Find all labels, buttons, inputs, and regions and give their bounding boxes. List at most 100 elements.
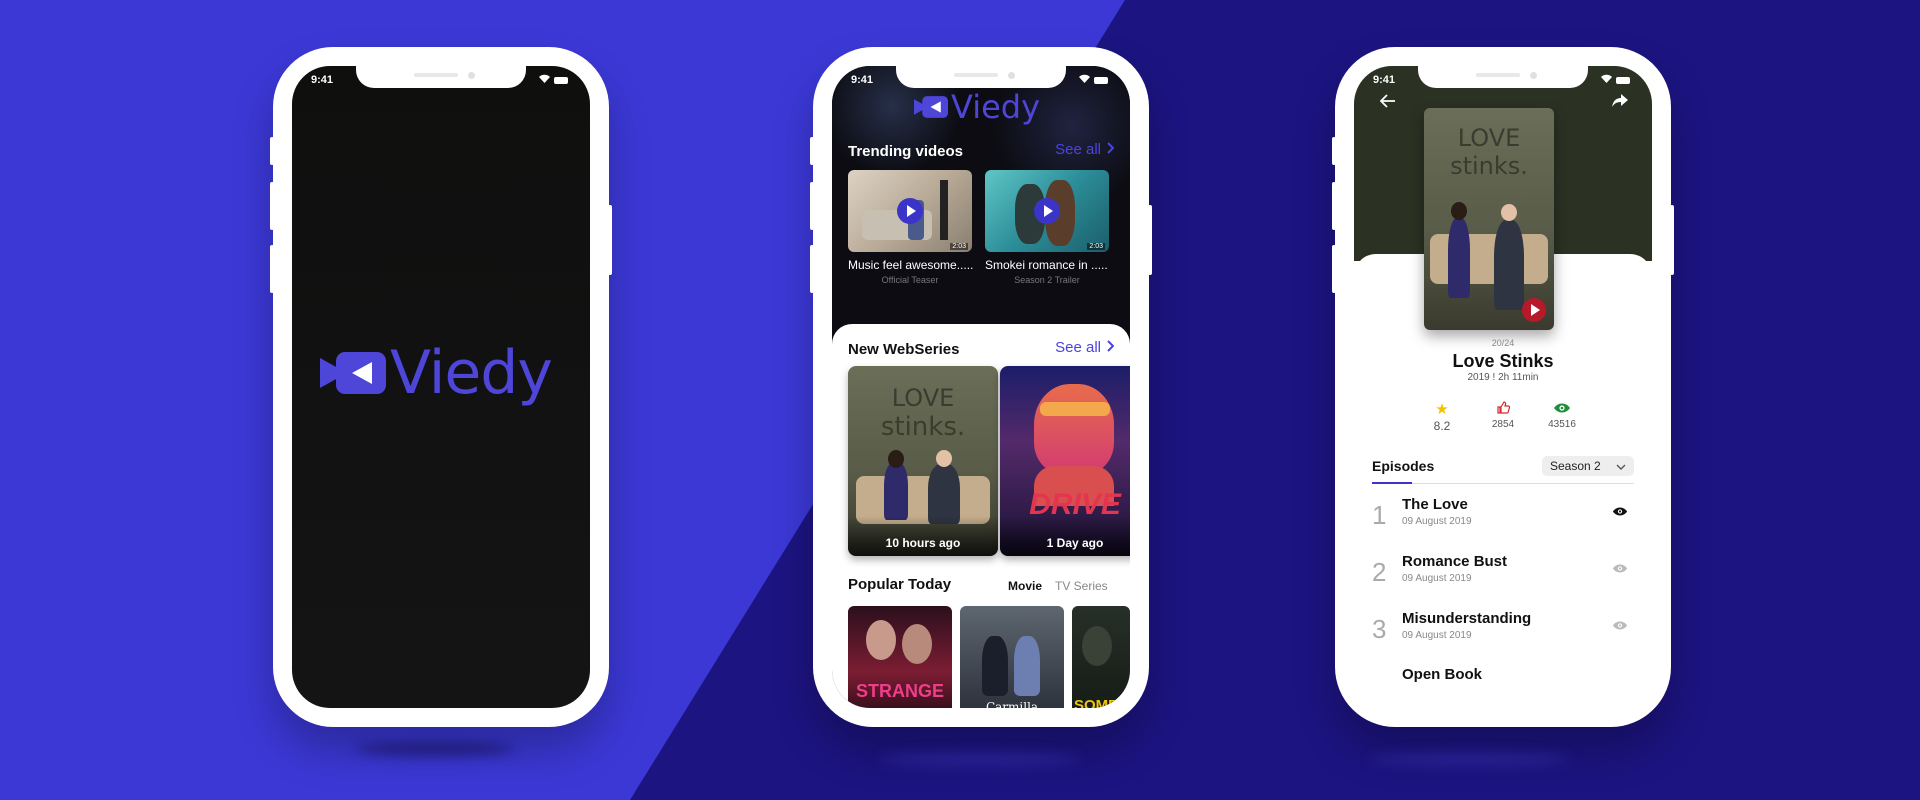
episode-date: 09 August 2019 [1402, 573, 1472, 584]
webseries-see-all-button[interactable]: See all [1055, 339, 1115, 356]
phone-shadow [880, 752, 1080, 766]
poster-title: stinks. [880, 412, 966, 442]
episode-title: The Love [1402, 496, 1468, 513]
status-bar: 9:41 [1354, 74, 1652, 88]
movie-meta: 2019 ! 2h 11min [1467, 372, 1539, 383]
rating-value: 8.2 [1433, 419, 1451, 433]
wifi-icon [1601, 74, 1612, 86]
status-bar: 9:41 [292, 74, 590, 88]
chevron-right-icon [1107, 339, 1115, 356]
posted-time: 1 Day ago [1046, 536, 1104, 550]
battery-icon [1094, 76, 1108, 84]
battery-icon [554, 76, 568, 84]
episode-number: 3 [1372, 614, 1387, 644]
status-bar: 9:41 [832, 74, 1130, 88]
phone-shadow [1370, 752, 1570, 766]
eye-icon[interactable] [1612, 618, 1628, 634]
episode-row[interactable]: 3 Misunderstanding 09 August 2019 [1372, 608, 1634, 654]
wifi-icon [1079, 74, 1090, 86]
likes-stat[interactable]: 2854 [1478, 401, 1528, 430]
logo-camera-icon [914, 96, 948, 118]
poster-title: LOVE [1457, 124, 1521, 152]
trending-video-card[interactable]: 2:03 Music feel awesome..... Official Te… [848, 170, 974, 285]
poster-title: SOMER [1074, 697, 1130, 708]
wifi-icon [539, 74, 550, 86]
phone-home: 9:41 Viedy Trending videos See all 2:03 … [810, 47, 1152, 727]
season-dropdown[interactable]: Season 2 [1542, 456, 1634, 476]
popular-card[interactable]: Carmilla [960, 606, 1064, 708]
episode-row[interactable]: Open Book [1372, 664, 1634, 708]
webseries-title: New WebSeries [848, 341, 960, 358]
play-icon[interactable] [897, 198, 923, 224]
thumbs-up-icon [1478, 401, 1528, 419]
tab-tv-series[interactable]: TV Series [1055, 579, 1108, 593]
webseries-card[interactable]: LOVE stinks. 10 hours ago [848, 366, 998, 556]
status-time: 9:41 [1373, 74, 1396, 86]
video-thumbnail: 2:03 [985, 170, 1109, 252]
popular-card[interactable]: STRANGE [848, 606, 952, 708]
episode-count: 20/24 [1491, 338, 1515, 348]
splash-screen: 9:41 Viedy [292, 66, 590, 708]
eye-icon [1537, 401, 1587, 419]
episode-title: Open Book [1402, 666, 1483, 683]
logo-text: Viedy [951, 88, 1041, 126]
poster-title: LOVE [891, 384, 955, 412]
episode-number: 2 [1372, 557, 1387, 587]
trending-title: Trending videos [848, 143, 964, 160]
rating-stat: ★ 8.2 [1417, 401, 1467, 433]
detail-poster: LOVE stinks. [1424, 108, 1554, 330]
status-time: 9:41 [851, 74, 874, 86]
chevron-down-icon [1616, 459, 1626, 473]
see-all-label: See all [1055, 141, 1101, 158]
status-time: 9:41 [311, 74, 334, 86]
duration-badge: 2:03 [950, 243, 968, 250]
back-arrow-icon[interactable] [1376, 91, 1400, 115]
tab-episodes[interactable]: Episodes [1372, 458, 1434, 474]
star-icon: ★ [1435, 401, 1449, 418]
share-icon[interactable] [1608, 91, 1632, 115]
tab-underline [1372, 482, 1412, 484]
popular-title: Popular Today [848, 576, 952, 593]
episode-title: Misunderstanding [1402, 610, 1532, 627]
movie-title: Love Stinks [1452, 351, 1554, 371]
episode-number: 1 [1372, 500, 1387, 530]
tab-movie[interactable]: Movie [1008, 579, 1042, 593]
poster-title: Carmilla [985, 700, 1039, 708]
posted-time: 10 hours ago [885, 536, 961, 550]
play-icon[interactable] [1034, 198, 1060, 224]
episodes-tab-bar: Episodes Season 2 [1372, 456, 1634, 484]
poster-title: stinks. [1450, 152, 1528, 180]
webseries-card[interactable]: DRIVE 1 Day ago [1000, 366, 1130, 556]
episode-row[interactable]: 2 Romance Bust 09 August 2019 [1372, 551, 1634, 597]
trending-see-all-button[interactable]: See all [1055, 141, 1115, 158]
video-subtitle: Official Teaser [881, 275, 939, 285]
battery-icon [1616, 76, 1630, 84]
play-button-icon[interactable] [1522, 298, 1546, 322]
logo-text: Viedy [390, 338, 553, 408]
trending-video-card[interactable]: 2:03 Smokei romance in ..... Season 2 Tr… [985, 170, 1109, 285]
episode-date: 09 August 2019 [1402, 630, 1472, 641]
video-thumbnail: 2:03 [848, 170, 972, 252]
views-stat: 43516 [1537, 401, 1587, 430]
detail-screen: 9:41 LOVE stinks. 20/24 Love Stinks 2019… [1354, 66, 1652, 708]
video-title: Smokei romance in ..... [985, 258, 1108, 272]
poster-title: STRANGE [855, 681, 944, 701]
video-title: Music feel awesome..... [848, 258, 974, 272]
video-subtitle: Season 2 Trailer [1014, 275, 1080, 285]
home-screen: 9:41 Viedy Trending videos See all 2:03 … [832, 66, 1130, 708]
logo-camera-icon [320, 352, 386, 394]
popular-card[interactable]: SOMER [1072, 606, 1130, 708]
see-all-label: See all [1055, 339, 1101, 356]
season-label: Season 2 [1550, 459, 1601, 473]
episode-date: 09 August 2019 [1402, 516, 1472, 527]
phone-splash: 9:41 Viedy [270, 47, 612, 727]
eye-icon[interactable] [1612, 561, 1628, 577]
episode-row[interactable]: 1 The Love 09 August 2019 [1372, 494, 1634, 540]
phone-shadow [355, 742, 515, 756]
views-value: 43516 [1548, 419, 1576, 430]
home-logo[interactable]: Viedy [914, 88, 1040, 126]
splash-logo: Viedy [320, 338, 553, 408]
episode-title: Romance Bust [1402, 553, 1508, 570]
phone-detail: 9:41 LOVE stinks. 20/24 Love Stinks 2019… [1332, 47, 1674, 727]
eye-icon[interactable] [1612, 504, 1628, 520]
